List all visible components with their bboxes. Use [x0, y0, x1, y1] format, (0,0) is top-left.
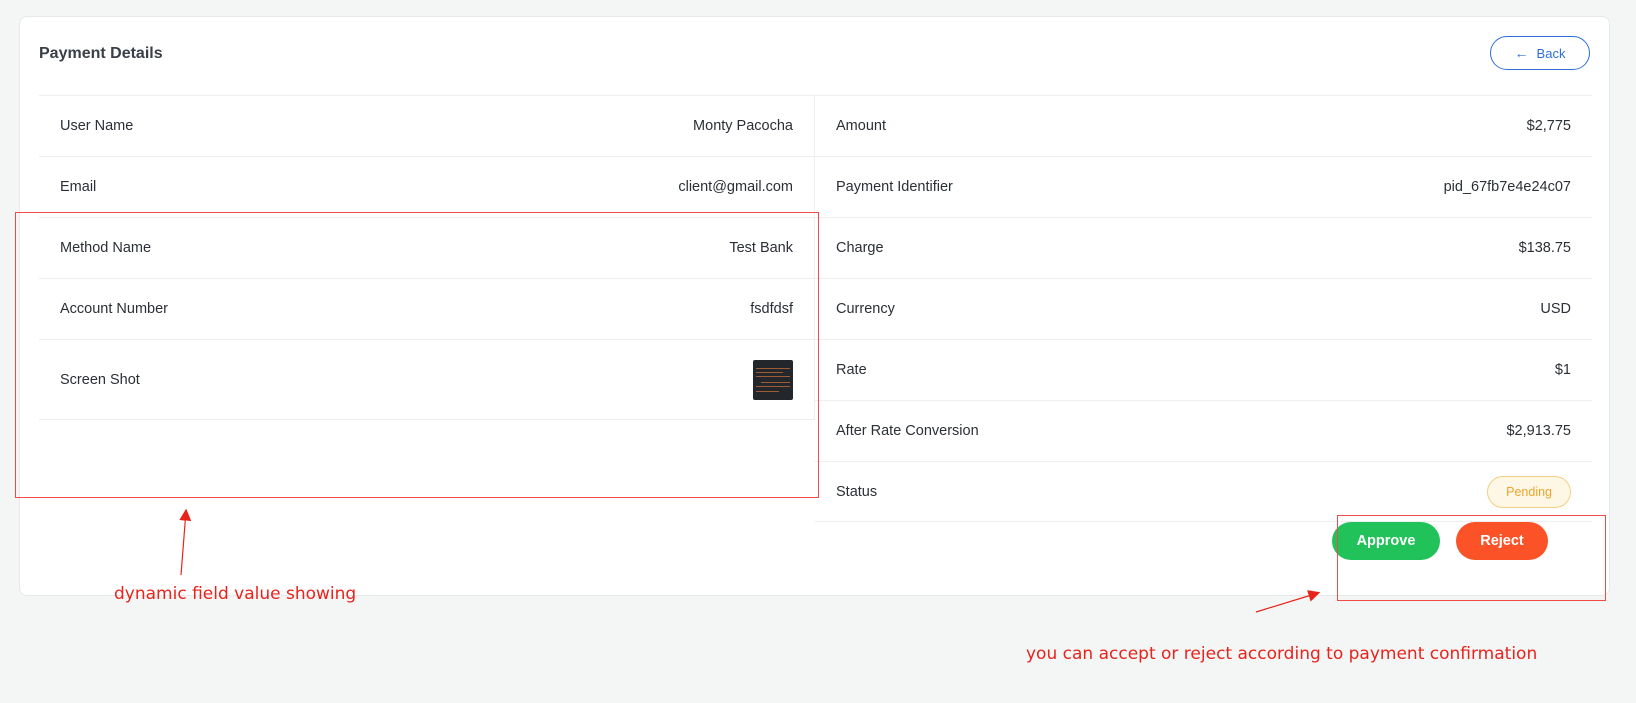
reject-button[interactable]: Reject	[1456, 522, 1548, 560]
field-value: $138.75	[1518, 240, 1571, 256]
detail-row-status: Status Pending	[815, 461, 1592, 522]
field-label: Screen Shot	[60, 371, 140, 388]
field-label: Email	[60, 179, 97, 195]
field-value: $2,775	[1526, 118, 1571, 134]
field-label: Status	[836, 483, 878, 500]
detail-row-payment-identifier: Payment Identifier pid_67fb7e4e24c07	[815, 156, 1592, 217]
field-value: pid_67fb7e4e24c07	[1443, 179, 1571, 195]
detail-row-user-name: User Name Monty Pacocha	[39, 95, 814, 156]
field-value: fsdfdsf	[750, 301, 793, 317]
back-button-label: Back	[1536, 45, 1566, 61]
field-label: Charge	[836, 240, 884, 256]
field-value: $1	[1554, 362, 1571, 378]
back-button[interactable]: ← Back	[1490, 36, 1590, 70]
left-details-column: User Name Monty Pacocha Email client@gma…	[39, 95, 815, 420]
detail-row-after-rate-conversion: After Rate Conversion $2,913.75	[815, 400, 1592, 461]
field-value: client@gmail.com	[678, 179, 793, 195]
detail-row-charge: Charge $138.75	[815, 217, 1592, 278]
field-label: Rate	[836, 362, 867, 378]
field-value: $2,913.75	[1506, 423, 1571, 439]
detail-row-email: Email client@gmail.com	[39, 156, 814, 217]
approve-button[interactable]: Approve	[1332, 522, 1440, 560]
field-label: Account Number	[60, 301, 168, 317]
field-label: Payment Identifier	[836, 179, 953, 195]
field-value: USD	[1540, 301, 1571, 317]
detail-row-currency: Currency USD	[815, 278, 1592, 339]
detail-row-method-name: Method Name Test Bank	[39, 217, 814, 278]
field-label: Currency	[836, 301, 895, 317]
payment-details-card: Payment Details ← Back User Name Monty P…	[19, 16, 1610, 596]
page-title: Payment Details	[39, 45, 163, 62]
field-label: Method Name	[60, 240, 152, 256]
detail-row-rate: Rate $1	[815, 339, 1592, 400]
detail-row-amount: Amount $2,775	[815, 95, 1592, 156]
annotation-dynamic-note: dynamic field value showing	[114, 584, 357, 604]
field-label: After Rate Conversion	[836, 423, 979, 439]
annotation-action-note: you can accept or reject according to pa…	[1026, 644, 1538, 664]
field-value: Monty Pacocha	[693, 118, 793, 134]
detail-row-account-number: Account Number fsdfdsf	[39, 278, 814, 339]
field-label: User Name	[60, 118, 134, 134]
field-value: Test Bank	[729, 240, 793, 256]
field-label: Amount	[836, 118, 886, 134]
arrow-left-icon: ←	[1514, 45, 1529, 61]
status-badge: Pending	[1487, 475, 1571, 508]
detail-row-screen-shot: Screen Shot	[39, 339, 814, 420]
screenshot-thumbnail[interactable]	[753, 359, 793, 400]
right-details-column: Amount $2,775 Payment Identifier pid_67f…	[815, 95, 1592, 522]
